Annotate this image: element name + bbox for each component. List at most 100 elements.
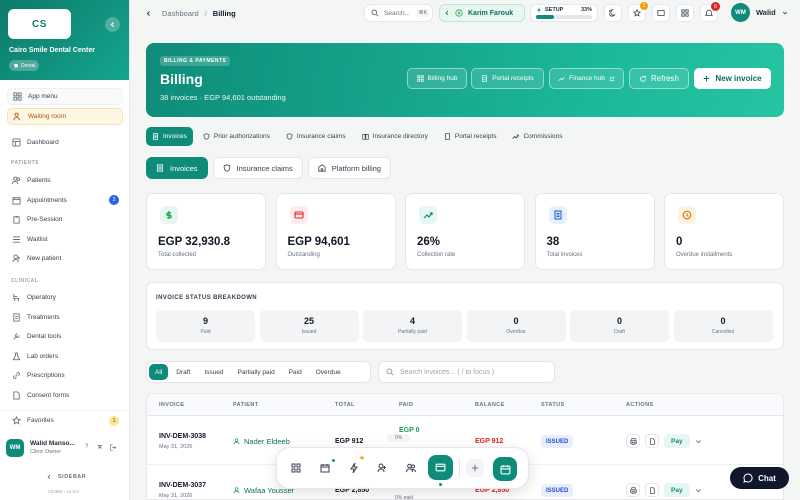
filter-overdue[interactable]: Overdue [310,364,347,380]
user-menu[interactable]: WM Walid [731,3,788,22]
subtab-platform-billing[interactable]: Platform billing [307,157,391,179]
invoice-status-breakdown: INVOICE STATUS BREAKDOWN 9 Paid 25 Issued 4 P… [146,282,784,350]
clinic-logo[interactable]: CS [8,9,71,39]
user-name: Walid [756,8,776,17]
dock-calendar-button[interactable] [317,459,335,476]
sidebar-item-operatory[interactable]: Operatory [7,289,123,306]
dock-calendar-primary-button[interactable] [493,457,517,481]
tab-insurance-claims[interactable]: Insurance claims [280,127,352,146]
sidebar-item-treatments[interactable]: Treatments [7,309,123,326]
collapse-sidebar-toggle[interactable]: SIDEBAR [46,474,86,480]
column-header-paid[interactable]: PAID [399,402,413,408]
status-count-issued: 25 Issued [259,310,359,342]
bolt-icon [537,7,541,13]
invoice-number[interactable]: INV-DEM-3038 [159,433,206,440]
shortcut-kbd: ⌘K [416,9,429,17]
filter-draft[interactable]: Draft [170,364,196,380]
translate-icon[interactable] [97,444,104,451]
stat-card-collection-rate: 26% Collection rate [405,193,525,270]
view-pdf-button[interactable] [645,434,659,448]
sidebar-item-lab-orders[interactable]: Lab orders [7,348,123,365]
tab-commissions[interactable]: Commissions [506,127,568,146]
dock-billing-button[interactable] [428,455,453,480]
portal-receipts-button[interactable]: Portal receipts [471,68,544,89]
patient-link[interactable]: Nader Eldeeb [233,437,290,446]
chevron-down-icon[interactable] [695,487,702,494]
notifications-button[interactable]: 6 [700,2,720,22]
theme-toggle-button[interactable] [604,4,622,22]
setup-progress[interactable]: SETUP 33% [530,4,598,22]
filter-all[interactable]: All [149,364,169,380]
subtab-invoices[interactable]: Invoices [146,157,208,179]
waiting-room-button[interactable]: Waiting room [7,108,123,125]
sidebar-item-waitlist[interactable]: Waitlist [7,231,123,248]
apps-button[interactable] [676,4,694,22]
chevron-down-icon [782,11,787,14]
filter-paid[interactable]: Paid [283,364,308,380]
stat-card-overdue-installments: 0 Overdue installments [664,193,784,270]
active-patient-session[interactable]: Karim Farouk [439,4,525,22]
favorites-button[interactable]: 1 [628,2,648,22]
column-header-invoice[interactable]: INVOICE [159,402,184,408]
tab-portal-receipts[interactable]: Portal receipts [438,127,503,146]
play-icon [455,9,463,17]
back-icon[interactable] [145,10,152,17]
chat-button[interactable]: Chat [730,467,789,489]
breadcrumb-dashboard[interactable]: Dashboard [162,9,199,18]
invoice-search-input[interactable]: Search invoices... ( / to focus ) [378,361,555,383]
pay-button[interactable]: Pay [664,434,690,448]
pay-button[interactable]: Pay [664,483,690,497]
filter-issued[interactable]: Issued [198,364,229,380]
printer-icon [629,437,637,445]
bell-icon [705,9,713,16]
breakdown-title: INVOICE STATUS BREAKDOWN [156,295,258,301]
tab-insurance-directory[interactable]: Insurance directory [356,127,434,146]
sidebar-item-patients[interactable]: Patients [7,172,123,189]
tab-prior-authorizations[interactable]: Prior authorizations [197,127,276,146]
logout-icon[interactable] [110,444,117,451]
favorites-toggle[interactable]: Favorites 1 [7,412,123,429]
sidebar-item-consent-forms[interactable]: Consent forms [7,387,123,404]
breadcrumb: Dashboard / Billing [145,9,236,18]
dock-add-button[interactable] [466,459,484,477]
star-icon [633,9,641,17]
display-button[interactable] [652,4,670,22]
billing-hub-button[interactable]: Billing hub [407,68,467,89]
chevron-down-icon[interactable] [695,438,702,445]
invoice-icon [553,210,562,220]
sidebar-item-prescriptions[interactable]: Prescriptions [7,367,123,384]
view-pdf-button[interactable] [645,483,659,497]
print-button[interactable] [626,434,640,448]
sidebar-item-pre-session[interactable]: Pre-Session [7,211,123,228]
column-header-status[interactable]: STATUS [541,402,565,408]
dock-apps-button[interactable] [288,460,304,476]
search-icon [386,368,394,376]
refresh-button[interactable]: Refresh [629,68,689,89]
new-invoice-button[interactable]: New invoice [694,68,771,89]
tab-invoices[interactable]: Invoices [146,127,193,146]
invoice-number[interactable]: INV-DEM-3037 [159,482,206,489]
dock-add-user-button[interactable] [374,460,390,476]
grid-icon [681,9,689,17]
column-header-total[interactable]: TOTAL [335,402,355,408]
sidebar-item-new-patient[interactable]: New patient [7,250,123,267]
column-header-balance[interactable]: BALANCE [475,402,505,408]
stat-value: 38 [546,236,560,248]
app-menu-button[interactable]: App menu [7,88,123,105]
dock-users-button[interactable] [403,460,419,476]
filter-partially-paid[interactable]: Partially paid [231,364,280,380]
sidebar-item-dental-tools[interactable]: Dental tools [7,328,123,345]
user-card[interactable]: WM Walid Manso... Clinic Owner ? [6,437,124,459]
sidebar-item-dashboard[interactable]: Dashboard [7,134,123,151]
column-header-patient[interactable]: PATIENT [233,402,259,408]
subtab-insurance-claims[interactable]: Insurance claims [212,157,303,179]
search-input[interactable]: Search... ⌘K [364,4,433,22]
column-header-actions[interactable]: ACTIONS [626,402,654,408]
sidebar-item-appointments[interactable]: Appointments 2 [7,192,123,209]
print-button[interactable] [626,483,640,497]
help-icon[interactable]: ? [85,444,88,450]
refresh-icon [640,75,646,82]
dock-quick-action-button[interactable] [346,460,362,476]
finance-hub-button[interactable]: Finance hub [549,68,624,89]
collapse-sidebar-button[interactable] [105,17,120,32]
